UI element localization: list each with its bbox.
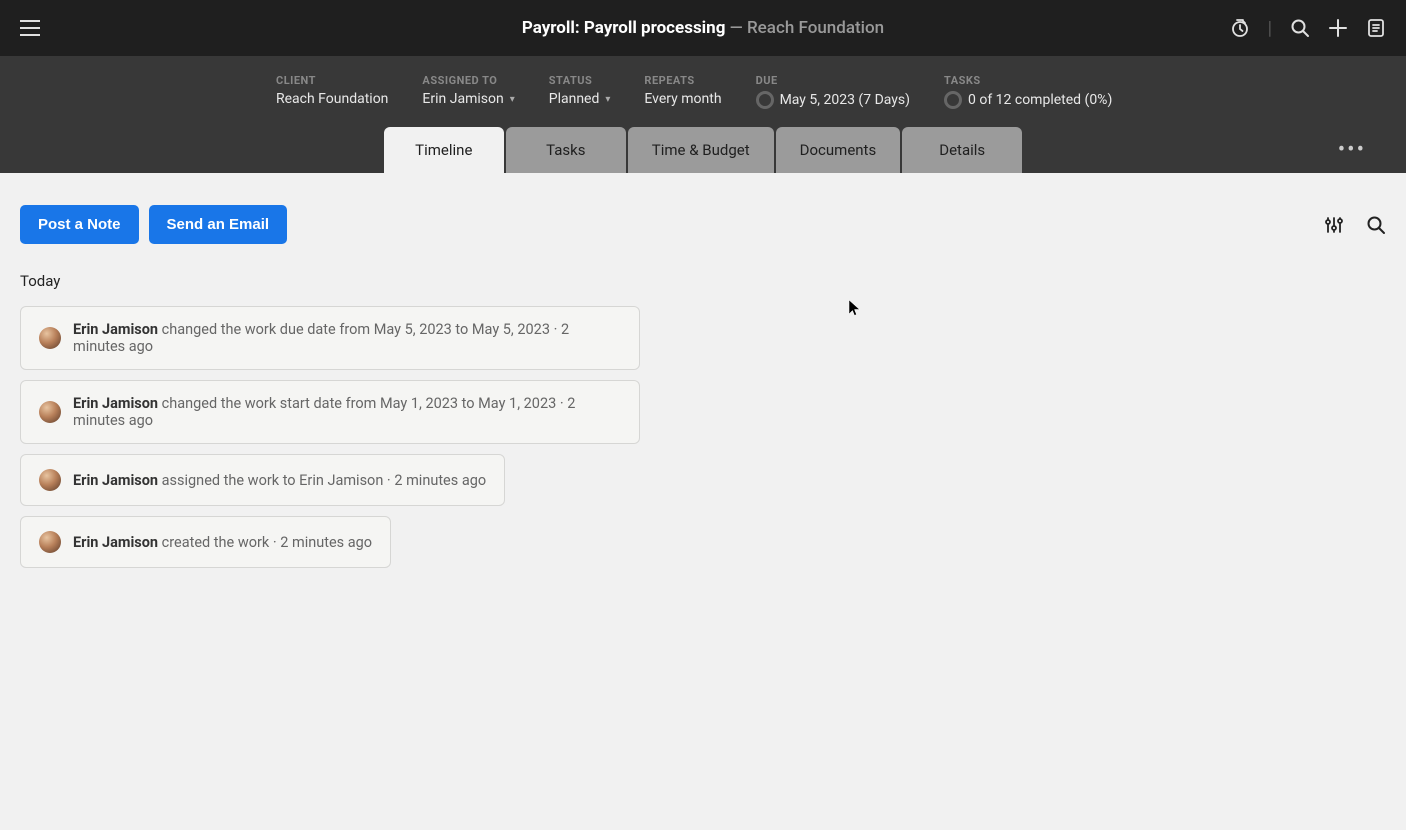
- due-indicator-icon: [756, 91, 774, 109]
- chevron-down-icon: ▾: [605, 94, 610, 105]
- avatar: [39, 469, 61, 491]
- search-icon[interactable]: [1290, 18, 1310, 38]
- menu-icon[interactable]: [20, 20, 40, 36]
- tab-documents[interactable]: Documents: [776, 127, 901, 173]
- title-prefix: Payroll: Payroll processing: [522, 18, 726, 38]
- meta-client-label: CLIENT: [276, 74, 388, 87]
- meta-tasks[interactable]: TASKS 0 of 12 completed (0%): [944, 74, 1112, 109]
- avatar: [39, 531, 61, 553]
- activity-time: 2 minutes ago: [280, 534, 372, 551]
- title-connector: —: [725, 18, 747, 38]
- more-icon[interactable]: •••: [1338, 138, 1366, 163]
- meta-due-label: DUE: [756, 74, 910, 87]
- add-icon[interactable]: [1328, 18, 1348, 38]
- activity-actor: Erin Jamison: [73, 321, 158, 338]
- meta-tasks-label: TASKS: [944, 74, 1112, 87]
- timer-icon[interactable]: [1230, 18, 1250, 38]
- meta-due-value: May 5, 2023 (7 Days): [780, 92, 910, 108]
- meta-row: CLIENT Reach Foundation ASSIGNED TO Erin…: [20, 74, 1386, 127]
- meta-status-value: Planned: [549, 91, 600, 107]
- meta-status-label: STATUS: [549, 74, 611, 87]
- actions-row: Post a Note Send an Email: [20, 205, 1386, 244]
- tabs-row: Timeline Tasks Time & Budget Documents D…: [20, 127, 1386, 173]
- activity-item[interactable]: Erin Jamison assigned the work to Erin J…: [20, 454, 505, 506]
- avatar: [39, 401, 61, 423]
- search-timeline-icon[interactable]: [1366, 215, 1386, 235]
- tab-details[interactable]: Details: [902, 127, 1022, 173]
- meta-assigned-value: Erin Jamison: [422, 91, 503, 107]
- activity-text: created the work ·: [158, 534, 280, 551]
- chevron-down-icon: ▾: [510, 94, 515, 105]
- activity-actor: Erin Jamison: [73, 472, 158, 489]
- meta-repeats-value: Every month: [644, 91, 721, 107]
- meta-status[interactable]: STATUS Planned ▾: [549, 74, 611, 109]
- activity-time: 2 minutes ago: [394, 472, 486, 489]
- activity-text: changed the work due date from May 5, 20…: [158, 321, 561, 338]
- activity-text: changed the work start date from May 1, …: [158, 395, 567, 412]
- activity-item[interactable]: Erin Jamison changed the work start date…: [20, 380, 640, 444]
- meta-bar: CLIENT Reach Foundation ASSIGNED TO Erin…: [0, 56, 1406, 173]
- top-right-actions: |: [1230, 18, 1386, 39]
- meta-client-value: Reach Foundation: [276, 91, 388, 107]
- meta-assigned[interactable]: ASSIGNED TO Erin Jamison ▾: [422, 74, 514, 109]
- activity-text: assigned the work to Erin Jamison ·: [158, 472, 394, 489]
- page-title: Payroll: Payroll processing — Reach Foun…: [522, 18, 884, 38]
- filter-icon[interactable]: [1324, 215, 1344, 235]
- tab-tasks[interactable]: Tasks: [506, 127, 626, 173]
- meta-due[interactable]: DUE May 5, 2023 (7 Days): [756, 74, 910, 109]
- activity-actor: Erin Jamison: [73, 395, 158, 412]
- activity-item[interactable]: Erin Jamison changed the work due date f…: [20, 306, 640, 370]
- tab-timeline[interactable]: Timeline: [384, 127, 504, 173]
- meta-client[interactable]: CLIENT Reach Foundation: [276, 74, 388, 109]
- avatar: [39, 327, 61, 349]
- tasks-progress-icon: [944, 91, 962, 109]
- title-suffix: Reach Foundation: [747, 18, 884, 38]
- meta-tasks-value: 0 of 12 completed (0%): [968, 92, 1112, 108]
- post-note-button[interactable]: Post a Note: [20, 205, 139, 244]
- tab-time-budget[interactable]: Time & Budget: [628, 127, 774, 173]
- send-email-button[interactable]: Send an Email: [149, 205, 288, 244]
- activity-list: Erin Jamison changed the work due date f…: [20, 306, 1386, 568]
- top-bar: Payroll: Payroll processing — Reach Foun…: [0, 0, 1406, 56]
- meta-assigned-label: ASSIGNED TO: [422, 74, 514, 87]
- activity-actor: Erin Jamison: [73, 534, 158, 551]
- meta-repeats-label: REPEATS: [644, 74, 721, 87]
- divider: |: [1268, 18, 1272, 39]
- timeline-section-label: Today: [20, 272, 1386, 290]
- notes-icon[interactable]: [1366, 18, 1386, 38]
- activity-item[interactable]: Erin Jamison created the work · 2 minute…: [20, 516, 391, 568]
- content-area: Post a Note Send an Email Today Erin Jam…: [0, 173, 1406, 825]
- meta-repeats[interactable]: REPEATS Every month: [644, 74, 721, 109]
